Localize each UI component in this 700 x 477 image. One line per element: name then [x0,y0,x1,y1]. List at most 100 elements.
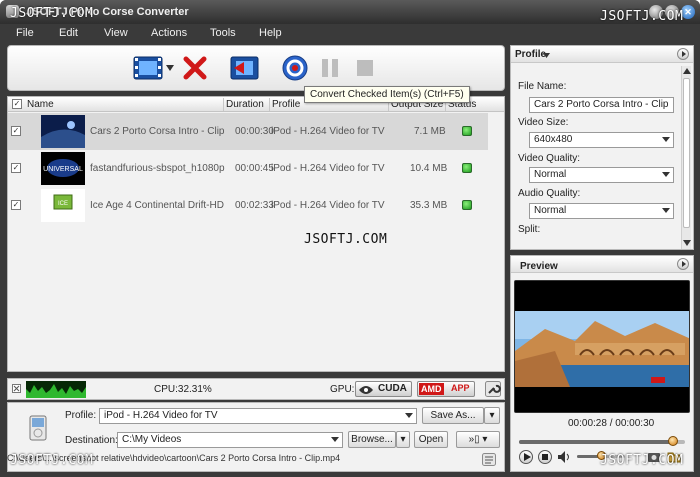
row-profile[interactable]: iPod - H.264 Video for TV [271,126,385,137]
video-quality-select[interactable]: Normal [529,167,674,183]
ipod-device-icon [29,415,47,441]
preview-panel: Preview 00:00:28 / 00:00:30 [510,255,694,472]
menu-help[interactable]: Help [259,27,282,39]
scroll-down-icon[interactable] [683,240,691,246]
split-label: Split: [518,224,541,235]
edit-clip-icon[interactable] [230,54,260,82]
stop-preview-button[interactable] [538,450,552,464]
audio-quality-value: Normal [534,205,567,216]
profile-scroll-thumb[interactable] [683,78,690,228]
browse-dropdown-button[interactable]: ▾ [396,431,410,448]
file-name-value: Cars 2 Porto Corsa Intro - Clip [534,99,669,110]
info-bar: CPU:32.31% GPU: CUDA AMD APP [7,378,505,400]
watermark-bottom-right: JSOFTJ.COM [600,453,684,468]
app-window: JSOFTJ Porto Corse Converter ✕ JSOFTJ.CO… [0,0,700,477]
menu-file[interactable]: File [16,27,34,39]
profile-menu-chevron-icon[interactable] [543,53,550,58]
cuda-button[interactable]: CUDA [355,381,412,397]
volume-icon[interactable] [558,451,572,463]
row-profile[interactable]: iPod - H.264 Video for TV [271,200,385,211]
scroll-up-icon[interactable] [683,68,691,74]
row-checkbox[interactable]: ✓ [11,126,21,136]
table-row[interactable]: ✓ Cars 2 Porto Corsa Intro - Clip 00:00:… [8,113,488,150]
menu-tools[interactable]: Tools [210,27,236,39]
amd-label: AMD [419,383,444,395]
table-row[interactable]: ✓ ICE Ice Age 4 Continental Drift-HD 00:… [8,187,488,224]
audio-quality-label: Audio Quality: [518,188,581,199]
log-icon[interactable] [482,453,496,466]
collapse-icon[interactable] [12,384,21,393]
save-as-dropdown-button[interactable]: ▾ [484,407,500,424]
destination-label: Destination: [65,435,118,446]
preview-progress-slider[interactable] [519,436,685,446]
row-name: Cars 2 Porto Corsa Intro - Clip [90,126,225,137]
row-duration: 00:00:30 [235,126,274,137]
video-thumbnail [41,115,85,148]
profile-panel-expand-button[interactable] [677,48,689,60]
profile-scrollbar[interactable] [681,66,691,249]
row-size: 10.4 MB [410,163,448,174]
amd-app-button[interactable]: AMD APP [417,381,475,397]
header-profile[interactable]: Profile [272,99,300,110]
stop-icon[interactable] [351,54,379,82]
cpu-graph-icon [26,381,86,398]
menu-actions[interactable]: Actions [151,27,187,39]
convert-icon[interactable] [281,54,309,82]
browse-button[interactable]: Browse... [348,431,396,448]
preview-progress-thumb[interactable] [668,436,679,446]
add-dropdown-chevron-icon[interactable] [166,65,174,71]
row-name: Ice Age 4 Continental Drift-HD [90,200,224,211]
remove-icon[interactable] [181,54,209,82]
audio-quality-select[interactable]: Normal [529,203,674,219]
save-as-button[interactable]: Save As... [422,407,484,424]
preview-video-frame[interactable] [514,280,690,413]
row-profile[interactable]: iPod - H.264 Video for TV [271,163,385,174]
preview-panel-header: Preview [511,256,693,273]
video-quality-label: Video Quality: [518,153,581,164]
menu-view[interactable]: View [104,27,128,39]
header-name[interactable]: Name [27,99,54,110]
transfer-to-device-button[interactable]: »▯ ▾ [456,431,500,448]
title-bar[interactable]: JSOFTJ Porto Corse Converter ✕ [0,0,700,24]
table-row[interactable]: ✓ UNIVERSAL fastandfurious-sbspot_h1080p… [8,150,488,187]
file-list: ✓ Name Duration Profile Output Size Stat… [7,96,505,372]
watermark-bottom-left: JSOFTJ.COM [10,453,94,468]
select-all-checkbox[interactable]: ✓ [12,99,22,109]
profile-panel: Profile File Name: Cars 2 Porto Corsa In… [510,45,694,250]
header-duration[interactable]: Duration [226,99,264,110]
preview-progress-fill [519,440,674,444]
row-name: fastandfurious-sbspot_h1080p [90,163,225,174]
profile-panel-header[interactable]: Profile [511,46,693,63]
watermark-center: JSOFTJ.COM [304,232,388,247]
cuda-label: CUDA [378,383,407,394]
nvidia-icon [359,386,373,394]
stop-preview-icon [542,454,548,460]
play-button[interactable] [519,450,533,464]
open-button[interactable]: Open [414,431,448,448]
watermark-top-right: JSOFTJ.COM [600,9,684,24]
video-thumbnail: UNIVERSAL [41,152,85,185]
pause-icon[interactable] [316,54,344,82]
thumbnail-text: ICE [58,201,68,207]
convert-tooltip: Convert Checked Item(s) (Ctrl+F5) [304,86,470,103]
settings-wrench-icon[interactable] [485,381,501,397]
gpu-label: GPU: [330,384,355,395]
video-size-label: Video Size: [518,117,569,128]
profile-select[interactable]: iPod - H.264 Video for TV [99,408,417,424]
file-name-input[interactable]: Cars 2 Porto Corsa Intro - Clip [529,97,674,113]
destination-select-value: C:\My Videos [122,434,182,445]
app-label: APP [451,383,470,393]
add-video-icon[interactable] [133,54,165,82]
video-size-value: 640x480 [534,134,573,145]
profile-select-value: iPod - H.264 Video for TV [104,410,218,421]
cpu-usage: CPU:32.31% [154,384,212,395]
destination-select[interactable]: C:\My Videos [117,432,343,448]
video-size-select[interactable]: 640x480 [529,132,674,148]
row-checkbox[interactable]: ✓ [11,200,21,210]
row-checkbox[interactable]: ✓ [11,163,21,173]
video-quality-value: Normal [534,169,567,180]
row-size: 35.3 MB [410,200,448,211]
row-size: 7.1 MB [414,126,446,137]
preview-panel-expand-button[interactable] [677,258,689,270]
menu-edit[interactable]: Edit [59,27,78,39]
